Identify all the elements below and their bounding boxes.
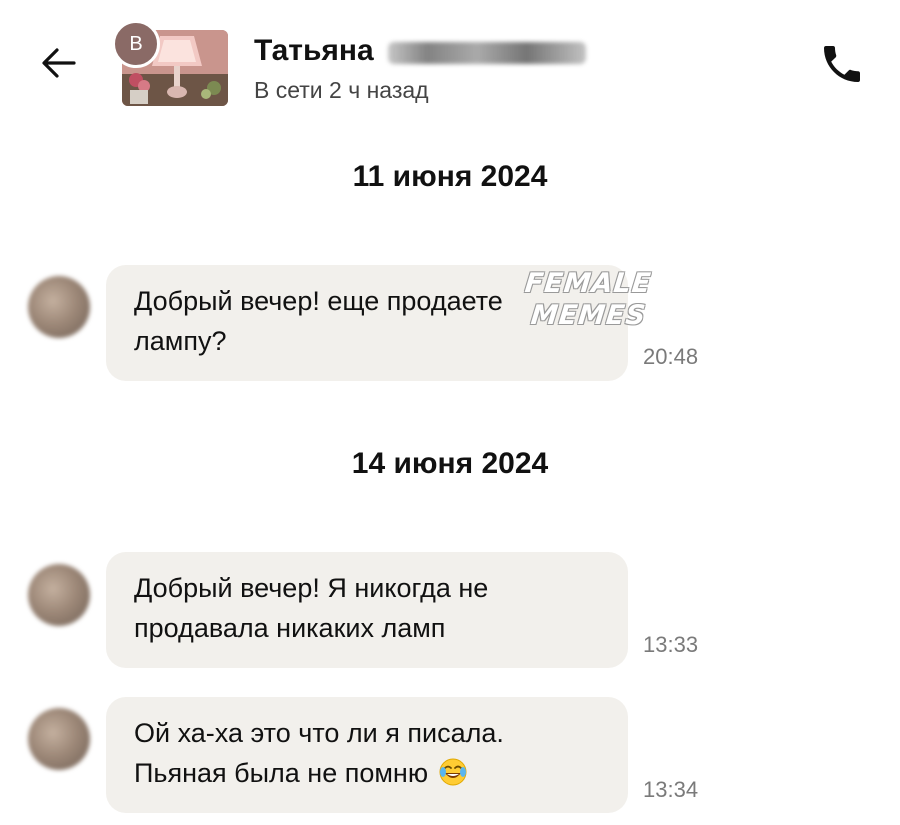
message-text-line: Добрый вечер! Я никогда не [134, 573, 489, 603]
message-time: 20:48 [643, 344, 699, 369]
message-time: 13:34 [643, 777, 699, 802]
chat-header: В Татьяна В сети 2 ч назад [0, 0, 900, 130]
message-text-line: Ой ха-ха это что ли я писала. [134, 718, 504, 748]
date-separator: 14 июня 2024 [351, 447, 549, 480]
message-bubble[interactable]: Добрый вечер! еще продаете лампу? [106, 265, 628, 381]
sender-avatar[interactable] [28, 564, 90, 626]
phone-icon [824, 46, 860, 82]
face-with-tears-of-joy-emoji [439, 758, 467, 786]
message-text-line: Добрый вечер! еще продаете [134, 286, 503, 316]
message-time: 13:33 [643, 632, 699, 657]
name-redaction-scribble [388, 42, 586, 64]
call-button[interactable] [818, 40, 866, 88]
contact-name[interactable]: Татьяна [254, 34, 374, 68]
back-button[interactable] [38, 42, 80, 84]
sender-avatar[interactable] [28, 276, 90, 338]
arrow-left-icon [42, 48, 76, 78]
message-text: Пьяная была не помню [134, 758, 429, 788]
sender-avatar[interactable] [28, 708, 90, 770]
online-status: В сети 2 ч назад [254, 77, 429, 103]
message-text-line: продавала никаких ламп [134, 613, 446, 643]
date-separator: 11 июня 2024 [352, 160, 548, 193]
seller-avatar-badge: В [112, 20, 160, 68]
message-text-line: лампу? [134, 326, 227, 356]
message-bubble[interactable]: Добрый вечер! Я никогда не продавала ник… [106, 552, 628, 668]
message-text-line: Пьяная была не помню [134, 753, 600, 793]
message-bubble[interactable]: Ой ха-ха это что ли я писала. Пьяная был… [106, 697, 628, 813]
